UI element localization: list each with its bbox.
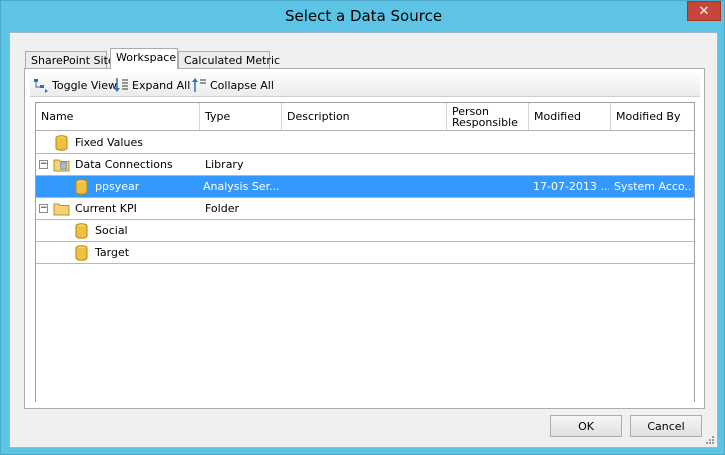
- close-icon: ✕: [698, 4, 710, 19]
- dialog-window: Select a Data Source ✕ SharePoint Site W…: [0, 0, 725, 455]
- row-name: ppsyear: [95, 180, 140, 193]
- row-name: Data Connections: [75, 158, 173, 171]
- database-icon: [55, 135, 68, 151]
- column-header-person-responsible[interactable]: Person Responsible: [447, 103, 529, 130]
- database-icon: [75, 179, 88, 195]
- toolbar: Toggle View Expand All Collapse All: [30, 73, 700, 97]
- collapse-toggle[interactable]: −: [39, 204, 48, 213]
- grid-row-target[interactable]: Target: [36, 242, 694, 264]
- column-header-modified-by[interactable]: Modified By: [611, 103, 694, 130]
- row-modified-by: System Acco...: [614, 180, 692, 193]
- collapse-all-label: Collapse All: [210, 78, 274, 92]
- dialog-title: Select a Data Source: [284, 7, 443, 25]
- row-type: Library: [205, 158, 244, 171]
- toggle-view-icon: [34, 79, 48, 93]
- row-type: Folder: [205, 202, 239, 215]
- toggle-view-button[interactable]: Toggle View: [33, 76, 117, 94]
- row-name: Social: [95, 224, 128, 237]
- tab-sharepoint-site[interactable]: SharePoint Site: [25, 51, 115, 69]
- column-header-name[interactable]: Name: [36, 103, 200, 130]
- cancel-button[interactable]: Cancel: [630, 415, 702, 437]
- dialog-client-area: SharePoint Site Workspace Calculated Met…: [9, 32, 718, 448]
- grid-row-ppsyear[interactable]: ppsyear Analysis Ser... 17-07-2013 ... S…: [36, 176, 694, 198]
- database-icon: [75, 223, 88, 239]
- tab-workspace[interactable]: Workspace: [110, 48, 178, 69]
- grid-row-current-kpi[interactable]: − Current KPI Folder: [36, 198, 694, 220]
- column-header-type[interactable]: Type: [200, 103, 282, 130]
- collapse-toggle[interactable]: −: [39, 160, 48, 169]
- tab-calculated-metric[interactable]: Calculated Metric: [178, 51, 280, 69]
- grid-row-data-connections[interactable]: − Data Connections Library: [36, 154, 694, 176]
- close-button[interactable]: ✕: [687, 1, 721, 21]
- row-name: Target: [95, 246, 130, 259]
- title-bar[interactable]: Select a Data Source ✕: [1, 1, 725, 31]
- folder-icon: [53, 203, 70, 216]
- resize-grip-icon[interactable]: [705, 435, 715, 445]
- workspace-tab-panel: Toggle View Expand All Collapse All Name…: [24, 68, 705, 409]
- row-type: Analysis Ser...: [203, 180, 279, 193]
- toggle-view-label: Toggle View: [52, 78, 117, 92]
- expand-all-button[interactable]: Expand All: [113, 76, 190, 94]
- collapse-all-icon: [192, 78, 206, 92]
- expand-all-label: Expand All: [132, 78, 191, 92]
- grid-row-social[interactable]: Social: [36, 220, 694, 242]
- ok-button[interactable]: OK: [550, 415, 622, 437]
- row-name: Fixed Values: [75, 136, 143, 149]
- row-name: Current KPI: [75, 202, 137, 215]
- row-modified: 17-07-2013 ...: [533, 180, 609, 193]
- grid-row-fixed-values[interactable]: Fixed Values: [36, 132, 694, 154]
- column-header-description[interactable]: Description: [282, 103, 447, 130]
- collapse-all-button[interactable]: Collapse All: [191, 76, 274, 94]
- expand-all-icon: [114, 78, 128, 92]
- library-folder-icon: [53, 159, 70, 172]
- data-source-grid: Name Type Description Person Responsible…: [35, 102, 695, 402]
- grid-header: Name Type Description Person Responsible…: [36, 103, 694, 131]
- database-icon: [75, 245, 88, 261]
- column-header-modified[interactable]: Modified: [529, 103, 611, 130]
